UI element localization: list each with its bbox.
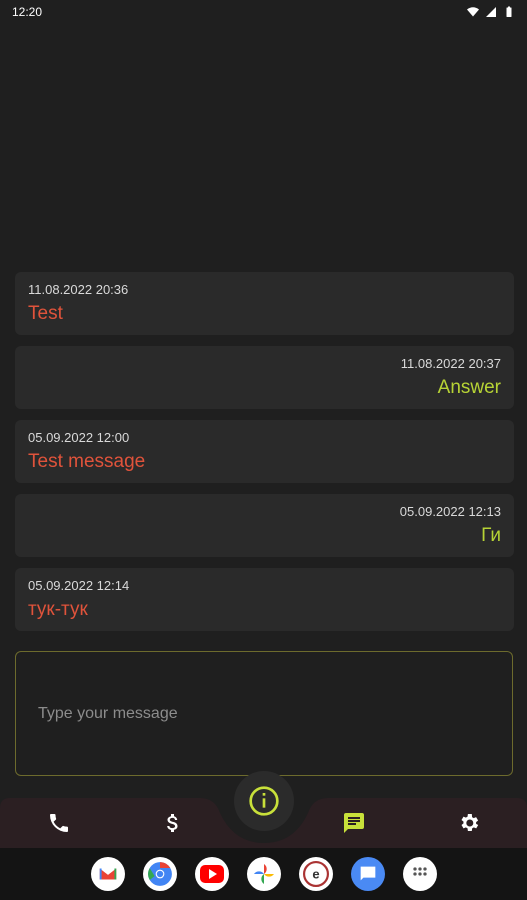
message-text: Ги xyxy=(481,525,501,546)
message-time: 11.08.2022 20:36 xyxy=(28,282,129,297)
nav-dollar[interactable] xyxy=(160,810,186,836)
wifi-icon xyxy=(467,7,479,17)
message-text: Test xyxy=(28,303,63,324)
message-item[interactable]: 05.09.2022 12:14 тук-тук xyxy=(15,568,514,631)
message-time: 05.09.2022 12:00 xyxy=(28,430,130,445)
messages-icon[interactable] xyxy=(350,857,385,891)
message-item[interactable]: 05.09.2022 12:00 Test message xyxy=(15,420,514,483)
message-time: 05.09.2022 12:14 xyxy=(28,578,130,593)
dollar-icon xyxy=(167,814,178,832)
photos-icon[interactable] xyxy=(246,857,281,891)
message-item[interactable]: 11.08.2022 20:37 Answer xyxy=(15,346,514,409)
edge-like-icon[interactable]: e xyxy=(298,857,333,891)
system-dock: e xyxy=(0,848,527,900)
settings-icon xyxy=(461,814,479,831)
message-text: тук-тук xyxy=(28,599,88,620)
status-icons xyxy=(467,6,515,18)
message-text: Test message xyxy=(28,451,146,472)
youtube-icon[interactable] xyxy=(194,857,229,891)
battery-icon xyxy=(506,6,512,17)
status-bar: 12:20 xyxy=(0,0,527,24)
message-input[interactable] xyxy=(36,703,492,724)
message-text: Answer xyxy=(437,377,501,398)
info-button[interactable] xyxy=(234,771,294,831)
message-time: 05.09.2022 12:13 xyxy=(399,504,501,519)
nav-phone[interactable] xyxy=(46,810,72,836)
info-icon xyxy=(249,786,279,816)
chat-icon xyxy=(344,813,364,833)
nav-chat[interactable] xyxy=(341,810,367,836)
chrome-icon[interactable] xyxy=(142,857,177,891)
app-drawer-icon[interactable] xyxy=(402,857,437,891)
message-list[interactable]: 11.08.2022 20:36 Test 11.08.2022 20:37 A… xyxy=(15,272,514,642)
svg-text:e: e xyxy=(312,866,319,881)
message-time: 11.08.2022 20:37 xyxy=(400,356,501,371)
nav-settings[interactable] xyxy=(456,810,482,836)
message-compose-box[interactable] xyxy=(15,651,513,776)
status-time: 12:20 xyxy=(12,5,43,19)
message-item[interactable]: 11.08.2022 20:36 Test xyxy=(15,272,514,335)
phone-icon xyxy=(50,814,68,832)
message-item[interactable]: 05.09.2022 12:13 Ги xyxy=(15,494,514,557)
signal-icon xyxy=(486,7,496,17)
gmail-icon[interactable] xyxy=(90,857,125,891)
